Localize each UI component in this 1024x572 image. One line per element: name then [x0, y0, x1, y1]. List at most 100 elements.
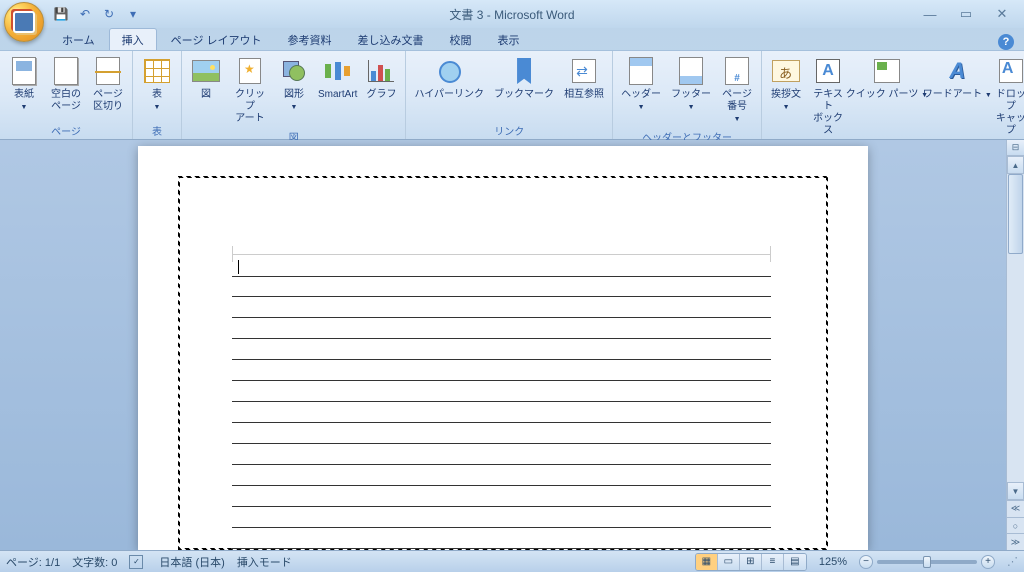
view-buttons: ▦ ▭ ⊞ ≡ ▤ [695, 553, 807, 571]
group-tables: 表▼ 表 [133, 51, 182, 139]
picture-icon [192, 60, 220, 82]
textbox-icon: A [816, 59, 840, 83]
group-headerfooter: ヘッダー▼ フッター▼ #ページ 番号▼ ヘッダーとフッター [613, 51, 762, 139]
page-break-button[interactable]: ページ 区切り [88, 53, 128, 115]
zoom-slider[interactable] [877, 560, 977, 564]
help-icon[interactable]: ? [998, 34, 1014, 50]
dropcap-button[interactable]: ドロップ キャップ▼ [991, 53, 1024, 151]
resize-grip[interactable]: ⋰ [1007, 555, 1018, 568]
tab-mailings[interactable]: 差し込み文書 [346, 29, 436, 50]
group-pages-label: ページ [4, 121, 128, 139]
redo-button[interactable]: ↻ [98, 4, 120, 24]
print-layout-view[interactable]: ▦ [696, 554, 718, 570]
title-bar: 💾 ↶ ↻ ▾ 文書 3 - Microsoft Word — ▭ ✕ [0, 0, 1024, 28]
hyperlink-button[interactable]: ハイパーリンク [410, 53, 488, 103]
ruler-toggle[interactable]: ⊟ [1007, 140, 1024, 156]
pagenum-button[interactable]: #ページ 番号▼ [717, 53, 757, 127]
group-text: 挨拶文▼ Aテキスト ボックス▼ クイック パーツ ▼ Aワードアート ▼ ドロ… [762, 51, 1024, 139]
clipart-icon [239, 58, 261, 84]
page-break-icon [96, 57, 120, 85]
group-pages: 表紙▼ 空白の ページ ページ 区切り ページ [0, 51, 133, 139]
close-button[interactable]: ✕ [988, 6, 1016, 22]
chart-button[interactable]: グラフ [361, 53, 401, 103]
word-count[interactable]: 文字数: 0 [72, 554, 117, 570]
prev-page-button[interactable]: ≪ [1007, 500, 1024, 517]
blank-page-button[interactable]: 空白の ページ [46, 53, 86, 115]
margin-guide [232, 254, 771, 255]
document-area: ⊟ ▲ ▼ ≪ ○ ≫ [0, 140, 1024, 550]
footer-icon [679, 57, 703, 85]
scroll-up-button[interactable]: ▲ [1007, 156, 1024, 174]
page-indicator[interactable]: ページ: 1/1 [6, 554, 60, 570]
quickparts-button[interactable]: クイック パーツ ▼ [850, 53, 924, 103]
insert-mode[interactable]: 挿入モード [237, 554, 292, 570]
crossref-button[interactable]: 相互参照 [560, 53, 608, 103]
aisatsu-icon [772, 60, 800, 82]
minimize-button[interactable]: — [916, 6, 944, 22]
zoom-level[interactable]: 125% [819, 556, 847, 568]
clipart-button[interactable]: クリップ アート [228, 53, 272, 127]
tab-home[interactable]: ホーム [50, 29, 107, 50]
cover-page-button[interactable]: 表紙▼ [4, 53, 44, 115]
qat-customize[interactable]: ▾ [122, 4, 144, 24]
wordart-button[interactable]: Aワードアート ▼ [926, 53, 989, 103]
scroll-track[interactable] [1007, 174, 1024, 482]
scroll-thumb[interactable] [1008, 174, 1023, 254]
table-icon [144, 59, 170, 83]
bookmark-button[interactable]: ブックマーク [490, 53, 558, 103]
browse-nav: ≪ ○ ≫ [1007, 500, 1024, 550]
smartart-button[interactable]: SmartArt [316, 53, 359, 103]
smartart-icon [324, 60, 352, 82]
dropcap-icon [999, 59, 1023, 83]
page[interactable] [138, 146, 868, 550]
cover-page-icon [12, 57, 36, 85]
tab-insert[interactable]: 挿入 [109, 28, 157, 50]
language-indicator[interactable]: 日本語 (日本) [159, 554, 224, 570]
vertical-scrollbar: ⊟ ▲ ▼ ≪ ○ ≫ [1006, 140, 1024, 550]
scroll-down-button[interactable]: ▼ [1007, 482, 1024, 500]
document-scroll[interactable] [0, 140, 1006, 550]
status-bar: ページ: 1/1 文字数: 0 ✓ 日本語 (日本) 挿入モード ▦ ▭ ⊞ ≡… [0, 550, 1024, 572]
ribbon-tabs: ホーム 挿入 ページ レイアウト 参考資料 差し込み文書 校閲 表示 ? [0, 28, 1024, 50]
aisatsu-button[interactable]: 挨拶文▼ [766, 53, 806, 115]
table-button[interactable]: 表▼ [137, 53, 177, 115]
spell-check-icon[interactable]: ✓ [129, 555, 147, 569]
tab-references[interactable]: 参考資料 [276, 29, 344, 50]
outline-view[interactable]: ≡ [762, 554, 784, 570]
tab-view[interactable]: 表示 [486, 29, 532, 50]
header-button[interactable]: ヘッダー▼ [617, 53, 665, 115]
web-layout-view[interactable]: ⊞ [740, 554, 762, 570]
fullscreen-reading-view[interactable]: ▭ [718, 554, 740, 570]
save-button[interactable]: 💾 [50, 4, 72, 24]
pagenum-icon: # [725, 57, 749, 85]
ruled-lines [232, 276, 771, 550]
draft-view[interactable]: ▤ [784, 554, 806, 570]
blank-page-icon [54, 57, 78, 85]
group-links: ハイパーリンク ブックマーク 相互参照 リンク [406, 51, 613, 139]
bookmark-icon [517, 58, 531, 84]
footer-button[interactable]: フッター▼ [667, 53, 715, 115]
group-links-label: リンク [410, 121, 608, 139]
maximize-button[interactable]: ▭ [952, 6, 980, 22]
wordart-icon: A [949, 58, 965, 84]
window-title: 文書 3 - Microsoft Word [449, 6, 574, 23]
text-cursor [238, 260, 239, 274]
shapes-icon [281, 59, 307, 83]
zoom-thumb[interactable] [923, 556, 931, 568]
textbox-button[interactable]: Aテキスト ボックス▼ [808, 53, 848, 151]
picture-button[interactable]: 図 [186, 53, 226, 103]
window-controls: — ▭ ✕ [916, 6, 1024, 22]
ribbon: 表紙▼ 空白の ページ ページ 区切り ページ 表▼ 表 図 クリップ アート … [0, 50, 1024, 140]
tab-review[interactable]: 校閲 [438, 29, 484, 50]
zoom-out-button[interactable]: − [859, 555, 873, 569]
office-button[interactable] [4, 2, 44, 42]
browse-object-button[interactable]: ○ [1007, 517, 1024, 534]
zoom-controls: − + [859, 555, 995, 569]
zoom-in-button[interactable]: + [981, 555, 995, 569]
undo-button[interactable]: ↶ [74, 4, 96, 24]
shapes-button[interactable]: 図形▼ [274, 53, 314, 115]
tab-page-layout[interactable]: ページ レイアウト [159, 29, 274, 50]
next-page-button[interactable]: ≫ [1007, 533, 1024, 550]
hyperlink-icon [435, 61, 463, 81]
quickparts-icon [874, 59, 900, 83]
